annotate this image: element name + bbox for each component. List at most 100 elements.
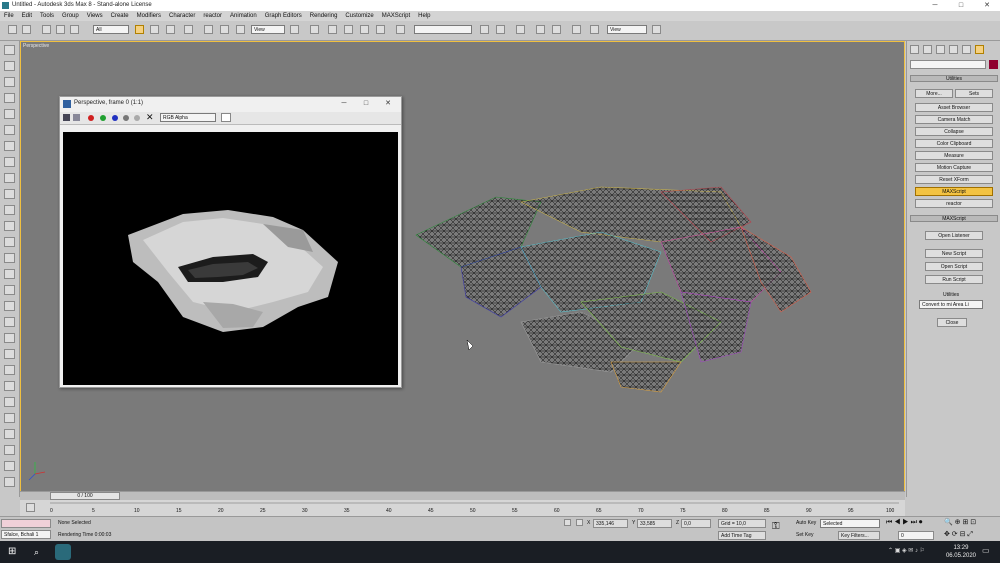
reset-xform-button[interactable]: Reset XForm <box>915 175 993 184</box>
collapse-button[interactable]: Collapse <box>915 127 993 136</box>
green-channel-icon[interactable] <box>100 115 106 121</box>
manipulate-icon[interactable] <box>310 25 319 34</box>
selection-filter-dropdown[interactable]: All <box>93 25 129 34</box>
windows-start-icon[interactable]: ⊞ <box>8 546 16 558</box>
key-filters-button[interactable]: Key Filters... <box>838 531 880 540</box>
schematic-view-icon[interactable] <box>552 25 561 34</box>
mirror-icon[interactable] <box>480 25 489 34</box>
link-icon[interactable] <box>42 25 51 34</box>
select-rotate-icon[interactable] <box>220 25 229 34</box>
redo-icon[interactable] <box>22 25 31 34</box>
add-time-tag-button[interactable]: Add Time Tag <box>718 531 766 540</box>
viewport-label[interactable]: Perspective <box>23 43 49 49</box>
x-coordinate-field[interactable]: 335,146 <box>593 519 628 528</box>
tool-icon-7[interactable] <box>4 141 15 151</box>
tool-icon-17[interactable] <box>4 301 15 311</box>
menu-character[interactable]: Character <box>165 11 199 21</box>
more-button[interactable]: More... <box>915 89 953 98</box>
tool-icon-25[interactable] <box>4 429 15 439</box>
angle-snap-icon[interactable] <box>344 25 353 34</box>
current-frame-field[interactable]: 0 <box>898 531 934 540</box>
frame-minimize-button[interactable]: ─ <box>333 97 355 110</box>
maxscript-mini-listener-top[interactable] <box>1 519 51 528</box>
viewport-navigation-icons-2[interactable]: ✥ ⟳ ⊟ ⤢ <box>944 531 973 539</box>
material-editor-icon[interactable] <box>572 25 581 34</box>
quick-render-icon[interactable] <box>652 25 661 34</box>
time-slider-thumb[interactable]: 0 / 100 <box>50 492 120 500</box>
tool-icon-2[interactable] <box>4 61 15 71</box>
track-bar[interactable]: 0 5 10 15 20 25 30 35 40 45 50 55 60 65 … <box>20 500 905 516</box>
reference-coordinate-dropdown[interactable]: View <box>251 25 285 34</box>
menu-create[interactable]: Create <box>107 11 133 21</box>
render-scene-icon[interactable] <box>590 25 599 34</box>
minimize-button[interactable]: ─ <box>922 0 948 11</box>
y-coordinate-field[interactable]: 33,585 <box>637 519 672 528</box>
hierarchy-tab-icon[interactable] <box>936 45 945 54</box>
run-script-button[interactable]: Run Script <box>925 275 983 284</box>
tool-icon-11[interactable] <box>4 205 15 215</box>
menu-reactor[interactable]: reactor <box>199 11 226 21</box>
channel-dropdown[interactable]: RGB Alpha <box>160 113 216 122</box>
tool-icon-8[interactable] <box>4 157 15 167</box>
tool-icon-4[interactable] <box>4 93 15 103</box>
z-coordinate-field[interactable]: 0,0 <box>681 519 711 528</box>
menu-animation[interactable]: Animation <box>226 11 261 21</box>
tool-icon-15[interactable] <box>4 269 15 279</box>
tool-icon-19[interactable] <box>4 333 15 343</box>
window-crossing-icon[interactable] <box>184 25 193 34</box>
undo-icon[interactable] <box>8 25 17 34</box>
alpha-channel-icon[interactable] <box>123 115 129 121</box>
menu-modifiers[interactable]: Modifiers <box>133 11 165 21</box>
menu-rendering[interactable]: Rendering <box>306 11 342 21</box>
red-channel-icon[interactable] <box>88 115 94 121</box>
tool-icon-21[interactable] <box>4 365 15 375</box>
select-scale-icon[interactable] <box>236 25 245 34</box>
menu-help[interactable]: Help <box>414 11 434 21</box>
curve-editor-icon[interactable] <box>536 25 545 34</box>
tool-icon-14[interactable] <box>4 253 15 263</box>
bind-space-warp-icon[interactable] <box>70 25 79 34</box>
viewport-navigation-icons[interactable]: 🔍 ⊕ ⊞ ⊡ <box>944 519 976 527</box>
menu-graph-editors[interactable]: Graph Editors <box>261 11 306 21</box>
maxscript-rollout[interactable]: MAXScript <box>910 215 998 222</box>
color-swatch[interactable] <box>221 113 231 122</box>
select-by-name-icon[interactable] <box>150 25 159 34</box>
motion-capture-button[interactable]: Motion Capture <box>915 163 993 172</box>
tool-icon-20[interactable] <box>4 349 15 359</box>
menu-edit[interactable]: Edit <box>18 11 36 21</box>
utility-dropdown[interactable]: Convert to mi Area Li <box>919 300 983 309</box>
tool-icon-3[interactable] <box>4 77 15 87</box>
clone-frame-icon[interactable] <box>73 114 80 121</box>
tool-icon-26[interactable] <box>4 445 15 455</box>
snap-toggle-icon[interactable] <box>328 25 337 34</box>
tool-icon-9[interactable] <box>4 173 15 183</box>
pivot-center-icon[interactable] <box>290 25 299 34</box>
menu-file[interactable]: File <box>0 11 18 21</box>
save-bitmap-icon[interactable] <box>63 114 70 121</box>
absolute-mode-icon[interactable] <box>576 519 583 526</box>
utilities-tab-icon[interactable] <box>975 45 984 54</box>
camera-match-button[interactable]: Camera Match <box>915 115 993 124</box>
set-key-button[interactable]: Set Key <box>796 532 814 538</box>
align-icon[interactable] <box>496 25 505 34</box>
set-key-icon[interactable]: ⚿ <box>772 522 780 532</box>
sets-button[interactable]: Sets <box>955 89 993 98</box>
new-script-button[interactable]: New Script <box>925 249 983 258</box>
object-color-swatch[interactable] <box>989 60 998 69</box>
tool-icon-1[interactable] <box>4 45 15 55</box>
utilities-rollout[interactable]: Utilities <box>910 75 998 82</box>
percent-snap-icon[interactable] <box>360 25 369 34</box>
tool-icon-27[interactable] <box>4 461 15 471</box>
auto-key-button[interactable]: Auto Key <box>796 520 816 526</box>
tool-icon-28[interactable] <box>4 477 15 487</box>
menu-maxscript[interactable]: MAXScript <box>378 11 414 21</box>
tool-icon-16[interactable] <box>4 285 15 295</box>
tool-icon-6[interactable] <box>4 125 15 135</box>
rectangular-selection-icon[interactable] <box>166 25 175 34</box>
unlink-icon[interactable] <box>56 25 65 34</box>
tool-icon-12[interactable] <box>4 221 15 231</box>
object-name-field[interactable] <box>910 60 986 69</box>
display-tab-icon[interactable] <box>962 45 971 54</box>
playback-controls[interactable]: ⏮ ◀ ▶ ⏭ ⏺ <box>886 519 922 527</box>
tool-icon-18[interactable] <box>4 317 15 327</box>
